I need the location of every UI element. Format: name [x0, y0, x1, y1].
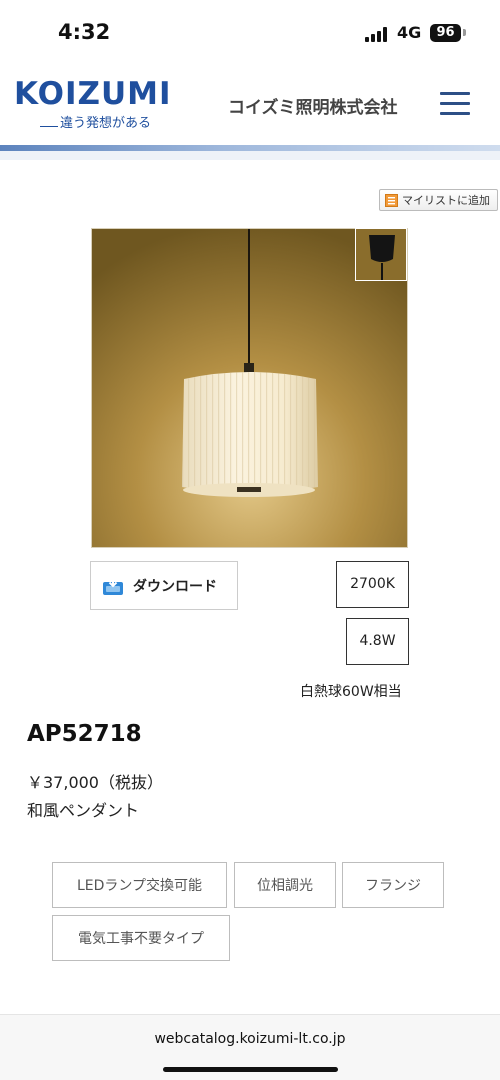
ceiling-canopy-thumbnail	[356, 229, 406, 280]
header-divider-light	[0, 151, 500, 160]
download-label: ダウンロード	[133, 578, 217, 595]
tagline-text: 違う発想がある	[60, 116, 152, 131]
status-time: 4:32	[58, 20, 111, 44]
product-thumbnail[interactable]	[355, 228, 407, 281]
tagline: 違う発想がある	[40, 112, 151, 131]
feature-tag-phase-dimming[interactable]: 位相調光	[234, 862, 336, 908]
koizumi-logo[interactable]: KOIZUMI	[14, 76, 172, 112]
product-category: 和風ペンダント	[27, 801, 140, 820]
list-add-icon	[385, 193, 398, 207]
feature-tag-led-replaceable[interactable]: LEDランプ交換可能	[52, 862, 227, 908]
download-button[interactable]: ダウンロード	[90, 561, 238, 610]
color-temperature-badge: 2700K	[336, 561, 409, 608]
product-code: AP52718	[27, 721, 142, 747]
add-to-mylist-button[interactable]: マイリストに追加	[379, 189, 498, 211]
incandescent-equivalent: 白熱球60W相当	[300, 684, 402, 700]
site-header: KOIZUMI 違う発想がある コイズミ照明株式会社	[0, 62, 500, 150]
cellular-signal-icon	[365, 26, 391, 42]
feature-tag-flange[interactable]: フランジ	[342, 862, 444, 908]
mylist-label: マイリストに追加	[402, 194, 490, 207]
product-price: ￥37,000（税抜）	[27, 773, 163, 792]
company-name: コイズミ照明株式会社	[228, 98, 398, 118]
url-text[interactable]: webcatalog.koizumi-lt.co.jp	[0, 1031, 500, 1047]
download-icon	[103, 576, 123, 595]
wattage-badge: 4.8W	[346, 618, 409, 665]
browser-url-bar[interactable]: webcatalog.koizumi-lt.co.jp	[0, 1014, 500, 1080]
feature-tag-no-electrical-work[interactable]: 電気工事不要タイプ	[52, 915, 230, 961]
hamburger-icon[interactable]	[440, 92, 470, 116]
home-indicator[interactable]	[163, 1067, 338, 1072]
status-bar: 4:32 4G 96	[0, 0, 500, 62]
network-type: 4G	[397, 23, 422, 42]
battery-tip	[463, 29, 466, 36]
battery-icon: 96	[430, 24, 461, 42]
